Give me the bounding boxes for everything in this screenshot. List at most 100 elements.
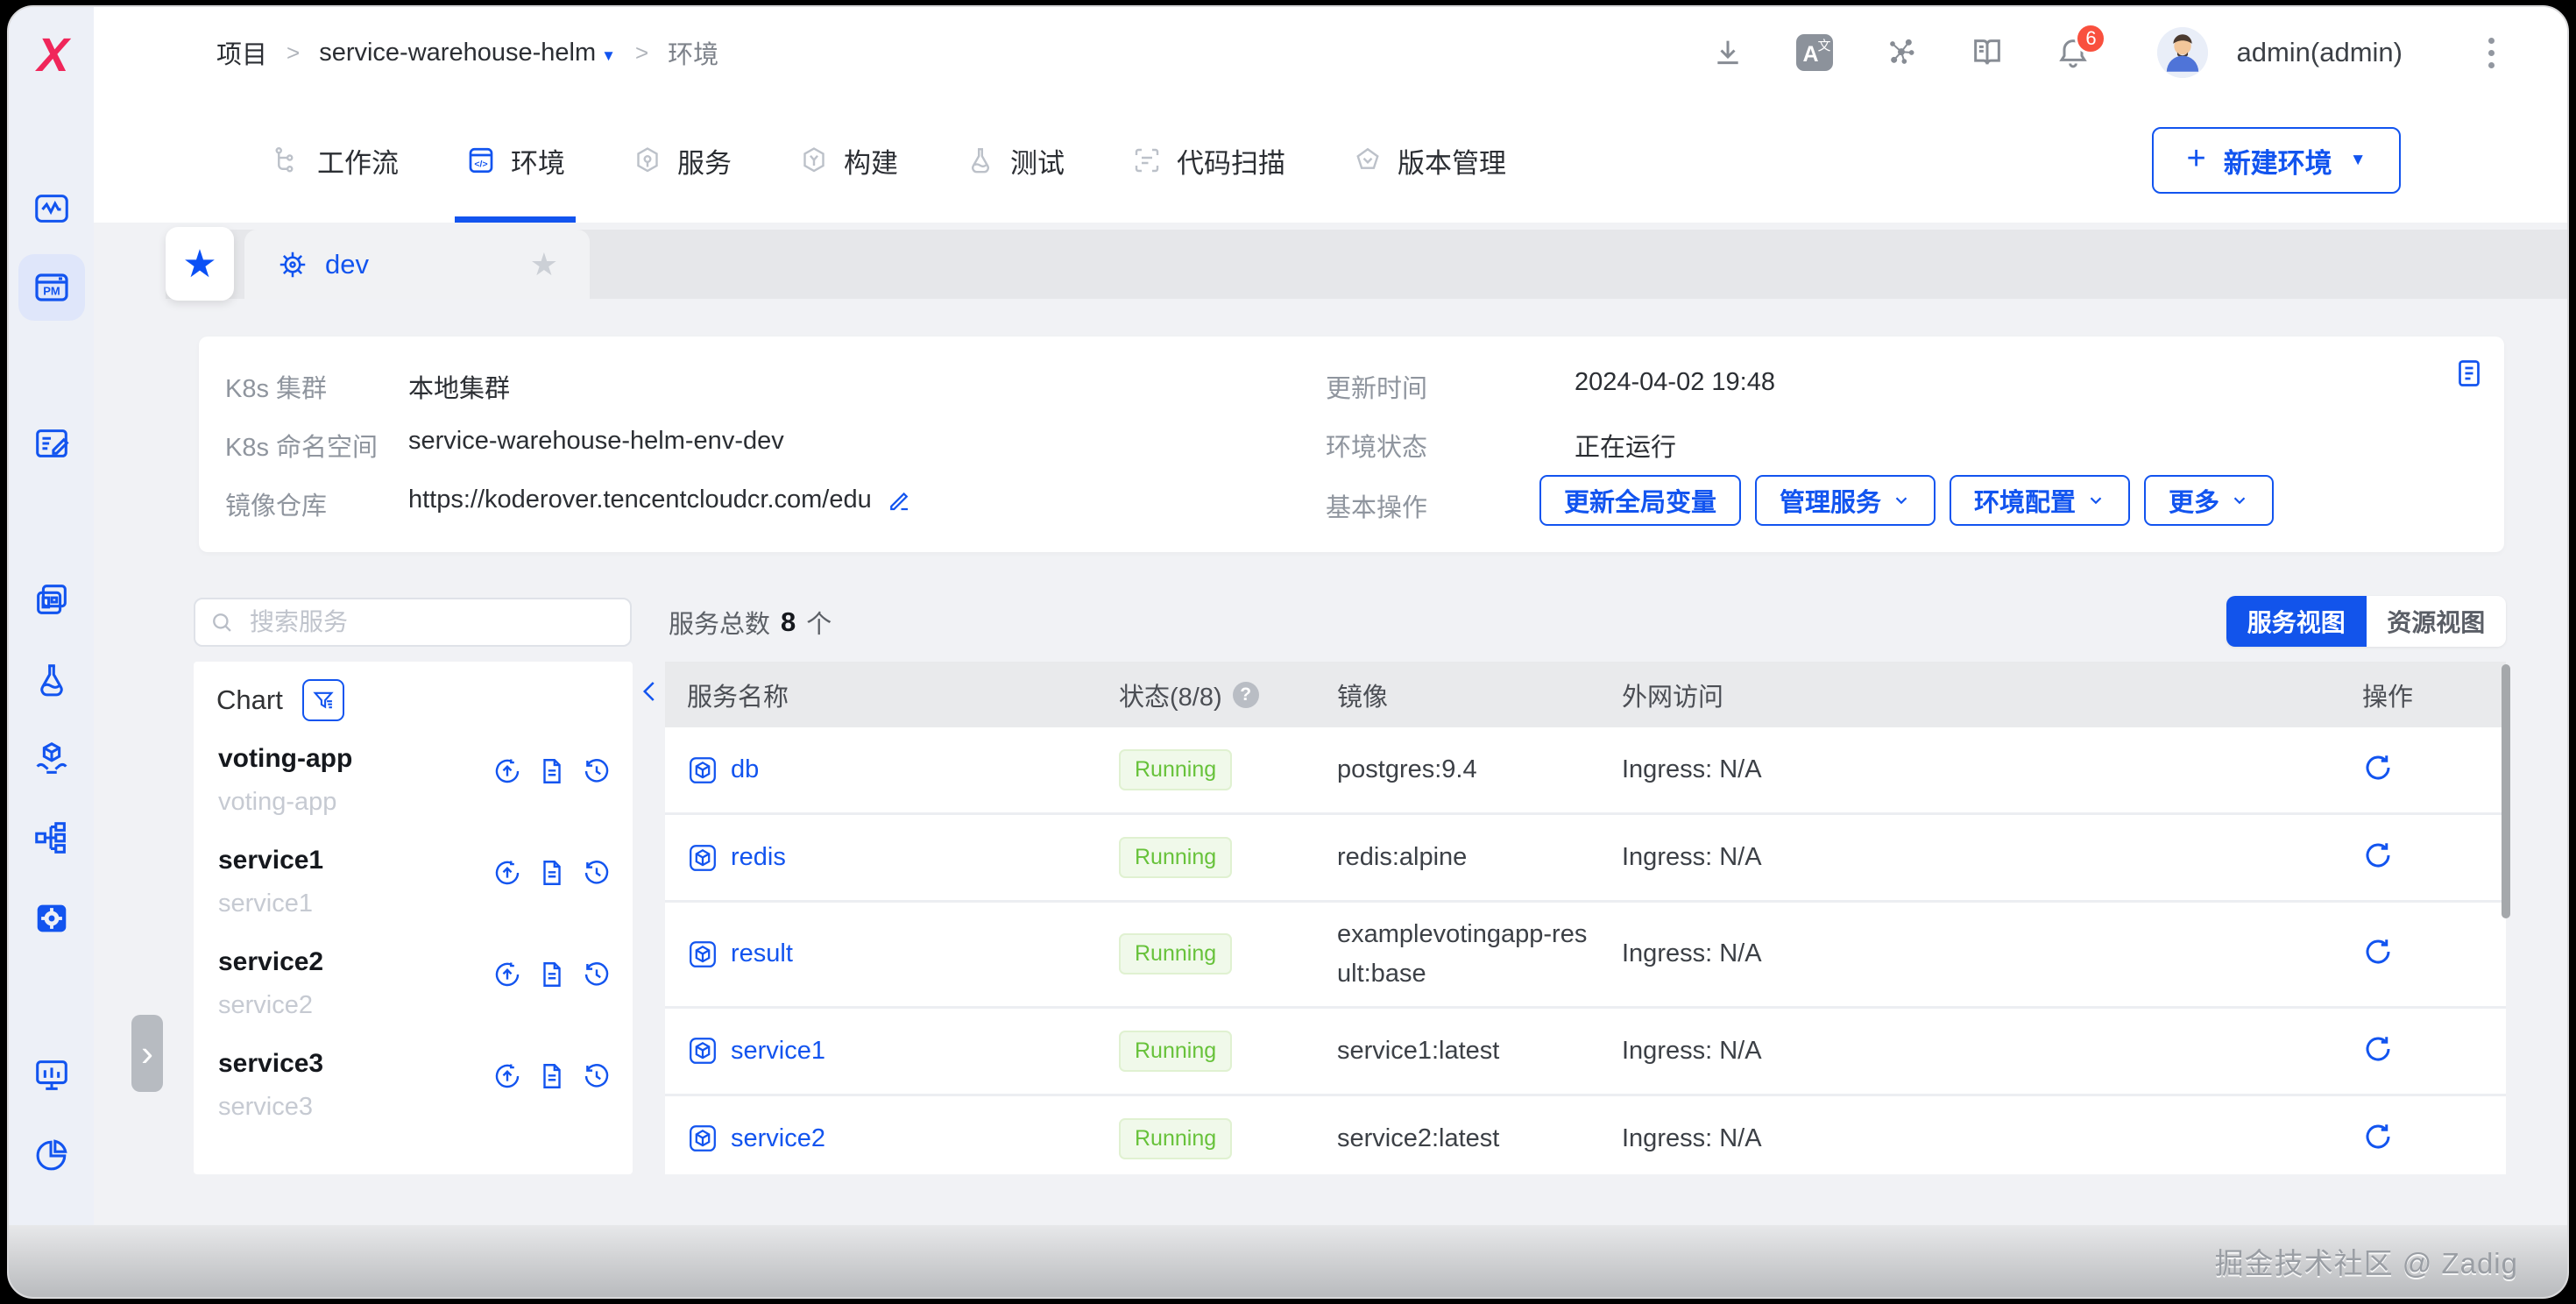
service-icon: [687, 1035, 718, 1067]
filter-button[interactable]: [302, 679, 344, 721]
breadcrumb-projects[interactable]: 项目: [216, 34, 267, 71]
update-global-vars-button[interactable]: 更新全局变量: [1539, 475, 1741, 526]
chart-release-name: service3: [218, 1093, 323, 1122]
integrations-icon[interactable]: [1884, 35, 1919, 70]
help-icon[interactable]: ?: [1233, 682, 1259, 708]
chevron-down-icon[interactable]: ▼: [601, 47, 616, 64]
tab-environments[interactable]: </> 环境: [432, 98, 598, 223]
values-file-icon[interactable]: [537, 858, 567, 888]
svg-text:PM: PM: [43, 284, 60, 297]
tab-builds[interactable]: 构建: [765, 98, 931, 223]
history-icon[interactable]: [582, 756, 612, 786]
breadcrumb-separator: >: [635, 39, 648, 67]
service-name-link[interactable]: db: [731, 755, 759, 784]
env-config-button[interactable]: 环境配置: [1950, 475, 2130, 526]
upgrade-icon[interactable]: [492, 1061, 522, 1091]
restart-icon[interactable]: [2362, 936, 2394, 967]
table-header: 服务名称 状态(8/8) ? 镜像 外网访问 操作: [665, 662, 2506, 727]
dashboard-icon[interactable]: [32, 188, 72, 229]
translate-icon[interactable]: A文: [1796, 34, 1833, 71]
restart-icon[interactable]: [2362, 752, 2394, 783]
notification-badge: 6: [2075, 23, 2106, 54]
chart-release-name: service2: [218, 991, 323, 1020]
environment-info-card: K8s 集群 本地集群 K8s 命名空间 service-warehouse-h…: [199, 337, 2504, 552]
history-icon[interactable]: [582, 858, 612, 888]
values-file-icon[interactable]: [537, 1061, 567, 1091]
values-file-icon[interactable]: [537, 756, 567, 786]
avatar[interactable]: [2157, 27, 2208, 78]
environment-tab-dev[interactable]: dev ★: [244, 230, 590, 299]
delivery-icon[interactable]: [32, 739, 72, 779]
collapse-panel-icon[interactable]: [637, 678, 663, 705]
manage-services-button[interactable]: 管理服务: [1755, 475, 1936, 526]
tab-tests[interactable]: 测试: [931, 98, 1098, 223]
projects-icon[interactable]: PM: [18, 254, 85, 321]
download-icon[interactable]: [1710, 35, 1745, 70]
templates-icon[interactable]: [32, 579, 72, 620]
app-window: X PM 项目: [7, 5, 2569, 1299]
version-icon: [1352, 145, 1384, 176]
view-toggle: 服务视图 资源视图: [2226, 596, 2506, 647]
docs-icon[interactable]: [1970, 35, 2005, 70]
history-icon[interactable]: [582, 960, 612, 989]
image-cell: examplevotingapp-result:base: [1337, 903, 1622, 1006]
star-icon[interactable]: ★: [530, 246, 558, 283]
build-icon: [798, 145, 830, 176]
tests-icon[interactable]: [32, 660, 72, 700]
pipelines-icon[interactable]: [32, 818, 72, 858]
col-access: 外网访问: [1622, 677, 2362, 713]
tab-code-scan[interactable]: 代码扫描: [1098, 98, 1319, 223]
tab-version-management[interactable]: 版本管理: [1319, 98, 1539, 223]
settings-icon[interactable]: [32, 898, 72, 939]
release-notes-icon[interactable]: [32, 423, 72, 464]
service-name-link[interactable]: redis: [731, 843, 786, 872]
service-name-link[interactable]: service1: [731, 1037, 825, 1066]
namespace-label: K8s 命名空间: [225, 427, 378, 464]
chart-list-item[interactable]: service2 service2: [194, 937, 633, 1038]
bell-icon[interactable]: 6: [2056, 35, 2091, 70]
data-insights-icon[interactable]: [32, 1135, 72, 1175]
image-cell: service2:latest: [1337, 1107, 1622, 1171]
chart-list-item[interactable]: voting-app voting-app: [194, 734, 633, 835]
tab-workflow[interactable]: 工作流: [238, 98, 432, 223]
history-icon[interactable]: [582, 1061, 612, 1091]
chart-list-item[interactable]: service3 service3: [194, 1038, 633, 1140]
breadcrumb-page: 环境: [668, 34, 718, 71]
scrollbar-thumb[interactable]: [2502, 664, 2510, 918]
table-row: redis Running redis:alpine Ingress: N/A: [665, 815, 2506, 903]
upgrade-icon[interactable]: [492, 756, 522, 786]
status-badge: Running: [1119, 837, 1232, 878]
env-doc-icon[interactable]: [2453, 358, 2485, 393]
tab-services[interactable]: 服务: [598, 98, 765, 223]
breadcrumb-project-name[interactable]: service-warehouse-helm▼: [319, 39, 616, 67]
table-row: db Running postgres:9.4 Ingress: N/A: [665, 727, 2506, 815]
restart-icon[interactable]: [2362, 840, 2394, 871]
more-button[interactable]: 更多: [2144, 475, 2274, 526]
test-icon: [965, 145, 996, 176]
service-name-link[interactable]: result: [731, 939, 793, 968]
drawer-expand-handle[interactable]: ›: [131, 1015, 163, 1092]
col-service-name: 服务名称: [687, 677, 1119, 713]
data-overview-icon[interactable]: [32, 1054, 72, 1095]
chart-list-item[interactable]: service1 service1: [194, 835, 633, 937]
values-file-icon[interactable]: [537, 960, 567, 989]
zadig-logo[interactable]: X: [9, 28, 94, 82]
service-name-link[interactable]: service2: [731, 1124, 825, 1153]
restart-icon[interactable]: [2362, 1033, 2394, 1065]
resource-view-button[interactable]: 资源视图: [2367, 596, 2507, 647]
access-cell: Ingress: N/A: [1622, 1037, 2362, 1066]
restart-icon[interactable]: [2362, 1121, 2394, 1152]
edit-icon[interactable]: [886, 487, 912, 514]
upgrade-icon[interactable]: [492, 960, 522, 989]
basic-ops-label: 基本操作: [1326, 487, 1427, 524]
kebab-menu-icon[interactable]: [2488, 38, 2497, 68]
chevron-right-icon: ›: [141, 1032, 153, 1074]
service-view-button[interactable]: 服务视图: [2226, 596, 2367, 647]
user-name[interactable]: admin(admin): [2236, 37, 2403, 68]
breadcrumb-separator: >: [287, 39, 300, 67]
helm-icon: [276, 248, 309, 281]
new-environment-button[interactable]: + 新建环境 ▼: [2152, 127, 2401, 194]
upgrade-icon[interactable]: [492, 858, 522, 888]
favorites-star-button[interactable]: ★: [166, 227, 234, 301]
search-input[interactable]: [194, 598, 632, 647]
